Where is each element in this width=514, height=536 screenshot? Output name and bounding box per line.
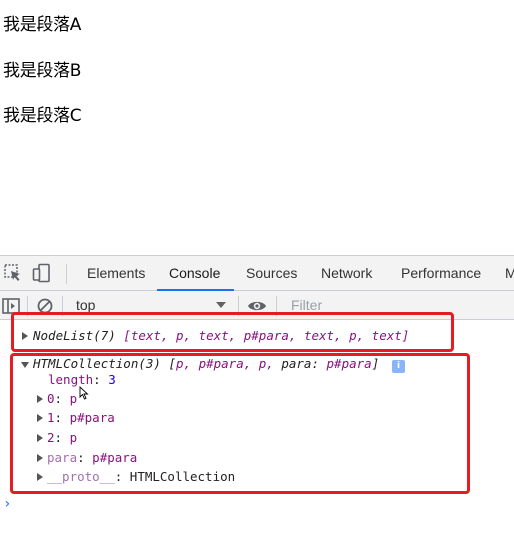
preview-key: para <box>281 356 312 371</box>
prop-index-2[interactable]: 2: p <box>47 430 77 446</box>
toolbar-separator <box>62 296 63 316</box>
clear-console-icon[interactable] <box>36 297 54 315</box>
expand-arrow-icon[interactable] <box>37 414 43 422</box>
prop-index-1[interactable]: 1: p#para <box>47 410 115 426</box>
tab-elements[interactable]: Elements <box>87 265 145 281</box>
tab-separator <box>66 264 67 284</box>
expand-arrow-icon[interactable] <box>37 395 43 403</box>
expand-arrow-icon[interactable] <box>37 473 43 481</box>
open-bracket: [ <box>168 356 176 371</box>
tab-network[interactable]: Network <box>321 265 372 281</box>
device-toolbar-icon[interactable] <box>32 263 52 283</box>
tab-more[interactable]: M <box>505 265 514 281</box>
expand-arrow-icon[interactable] <box>22 332 28 340</box>
toolbar-separator <box>276 296 277 316</box>
console-prompt[interactable]: › <box>3 496 11 512</box>
nodelist-summary: NodeList(7) <box>33 328 116 343</box>
context-label: top <box>76 297 96 313</box>
collapse-arrow-icon[interactable] <box>21 362 29 368</box>
inspect-element-icon[interactable] <box>3 263 23 283</box>
console-output: NodeList(7) [text, p, text, p#para, text… <box>0 312 514 536</box>
expand-arrow-icon[interactable] <box>37 454 43 462</box>
htmlcollection-preview: p, p#para, p, <box>176 356 282 371</box>
prop-index-0[interactable]: 0: p <box>47 391 77 407</box>
devtools-tabbar: Elements Console Sources Network Perform… <box>0 255 514 291</box>
tab-console[interactable]: Console <box>169 265 220 281</box>
mouse-cursor-icon <box>79 386 89 400</box>
preview-value: p#para <box>326 356 372 371</box>
devtools-panel: Elements Console Sources Network Perform… <box>0 255 514 536</box>
prop-para[interactable]: para: p#para <box>47 450 137 466</box>
htmlcollection-log[interactable]: HTMLCollection(3) [p, p#para, p, para: p… <box>33 356 379 372</box>
toolbar-separator <box>27 296 28 316</box>
htmlcollection-summary: HTMLCollection(3) <box>33 356 161 371</box>
context-selector[interactable]: top <box>66 294 234 316</box>
console-toolbar: top <box>0 291 514 320</box>
paragraph-a: 我是段落A <box>3 15 82 35</box>
nodelist-log[interactable]: NodeList(7) [text, p, text, p#para, text… <box>33 328 409 344</box>
sidebar-toggle-icon[interactable] <box>2 297 20 315</box>
paragraph-c: 我是段落C <box>3 106 82 126</box>
close-bracket: ] <box>371 356 380 371</box>
toolbar-separator <box>238 296 239 316</box>
filter-input[interactable] <box>283 294 514 316</box>
paragraph-b: 我是段落B <box>3 61 82 81</box>
expand-arrow-icon[interactable] <box>37 434 43 442</box>
tab-sources[interactable]: Sources <box>246 265 297 281</box>
tab-performance[interactable]: Performance <box>401 265 481 281</box>
nodelist-items: [text, p, text, p#para, text, p, text] <box>123 328 410 343</box>
prop-proto[interactable]: __proto__: HTMLCollection <box>47 469 235 485</box>
chevron-down-icon <box>216 302 226 308</box>
eye-icon[interactable] <box>247 297 267 315</box>
info-icon[interactable]: i <box>392 360 405 373</box>
